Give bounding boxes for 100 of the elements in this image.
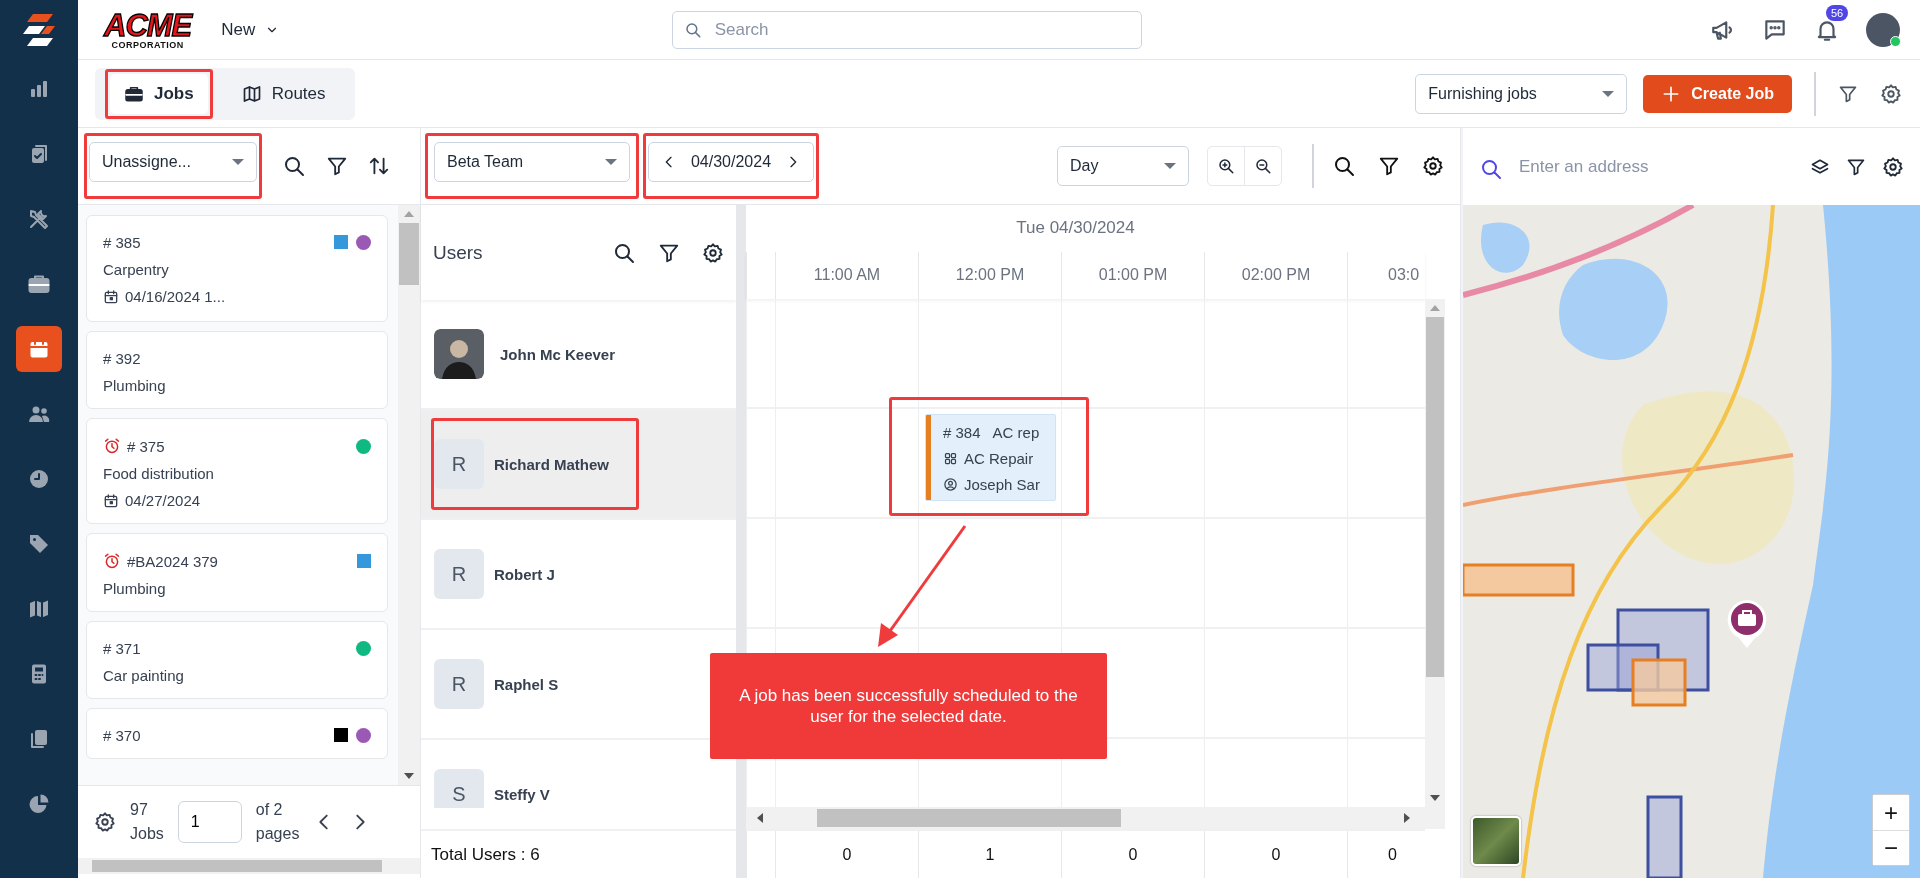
job-type-select[interactable]: Furnishing jobs — [1415, 73, 1628, 114]
avatar-initial: R — [434, 549, 484, 599]
settings-icon[interactable] — [1422, 155, 1444, 177]
team-select[interactable]: Beta Team — [434, 142, 630, 182]
tools-icon — [27, 207, 51, 231]
job-title: Car painting — [103, 667, 185, 684]
calendar-icon — [103, 492, 119, 509]
scrollbar[interactable] — [1425, 299, 1445, 807]
event-title: AC rep — [992, 424, 1040, 441]
logo-subtext: CORPORATION — [111, 40, 184, 50]
user-name: Steffy V — [494, 785, 550, 803]
avatar-icon — [434, 329, 484, 379]
tab[interactable]: Jobs — [110, 73, 208, 114]
job-count-cell: 1 — [985, 845, 995, 864]
time-label: 03:0 — [1388, 266, 1420, 285]
job-number: # 370 — [103, 727, 141, 744]
avatar-initial: R — [434, 439, 484, 489]
total-users: Total Users : 6 — [431, 844, 540, 865]
online-indicator — [1890, 35, 1901, 47]
day-header: Tue 04/30/2024 — [1015, 217, 1136, 240]
user-name: Richard Mathew — [494, 455, 610, 473]
settings-icon[interactable] — [702, 241, 724, 264]
pie-chart-icon — [27, 792, 51, 816]
user-row[interactable]: R Robert J — [421, 520, 736, 630]
job-status-select[interactable]: Unassigne... — [89, 142, 257, 182]
job-title: Plumbing — [103, 377, 167, 394]
callout-tooltip: A job has been successfully scheduled to the user for the selected date. — [710, 653, 1107, 759]
user-name: John Mc Keever — [500, 345, 616, 363]
date-value: 04/30/2024 — [690, 153, 772, 171]
users-title: Users — [433, 241, 483, 264]
job-card[interactable]: # 392 Plumbing — [86, 331, 388, 409]
job-number: # 371 — [103, 640, 141, 657]
event-number: # 384 — [943, 424, 981, 441]
calendar-icon — [103, 288, 119, 305]
search-field[interactable]: Search — [671, 10, 1142, 49]
date-picker[interactable]: 04/30/2024 — [648, 142, 814, 182]
scrollbar[interactable] — [78, 858, 420, 874]
zoom-in-icon[interactable] — [1217, 157, 1235, 175]
search-icon — [683, 20, 702, 39]
apps-icon — [943, 451, 958, 466]
avatar-initial: S — [434, 769, 484, 808]
page-field[interactable]: 1 — [177, 801, 242, 843]
zoom-out-icon[interactable] — [1254, 157, 1272, 175]
job-date: 04/16/2024 1... — [125, 288, 226, 305]
job-card[interactable]: # 385 Carpentry 04/16/2024 1... — [86, 215, 388, 322]
person-icon — [943, 477, 958, 492]
time-label: 12:00 PM — [955, 266, 1025, 285]
job-count-cell: 0 — [1271, 845, 1281, 864]
filter-icon[interactable] — [326, 155, 348, 177]
settings-icon[interactable] — [94, 811, 116, 833]
create-job-button[interactable]: Create Job — [1643, 74, 1792, 113]
job-count-label: Jobs — [130, 824, 164, 844]
job-date: 04/27/2024 — [125, 492, 201, 509]
event-type: AC Repair — [964, 450, 1034, 467]
time-label: 01:00 PM — [1098, 266, 1168, 285]
job-count: 97 — [130, 800, 149, 820]
job-count-cell: 0 — [1128, 845, 1138, 864]
job-number: # 392 — [103, 350, 141, 367]
job-card[interactable]: # 371 Car painting — [86, 621, 388, 699]
user-name: Raphel S — [494, 675, 559, 693]
job-title: Food distribution — [103, 465, 215, 482]
avatar-initial: R — [434, 659, 484, 709]
new-menu[interactable]: New — [217, 15, 284, 44]
tab[interactable]: Routes — [227, 73, 340, 114]
map-icon — [241, 83, 262, 104]
clock-icon — [27, 467, 51, 491]
search-icon[interactable] — [1332, 154, 1356, 178]
map-pin-icon[interactable] — [1725, 598, 1769, 650]
sort-icon[interactable] — [368, 155, 390, 177]
job-title: Plumbing — [103, 580, 167, 597]
search-icon[interactable] — [282, 154, 306, 178]
settings-icon[interactable] — [1882, 155, 1904, 178]
filter-icon[interactable] — [1378, 155, 1400, 177]
scrollbar[interactable] — [746, 807, 1445, 829]
zoom-out-button[interactable]: − — [1873, 830, 1909, 865]
map-icon — [27, 597, 51, 621]
view-select[interactable]: Day — [1057, 146, 1189, 186]
job-card[interactable]: # 370 — [86, 708, 388, 759]
address-field[interactable]: Enter an address — [1479, 152, 1794, 181]
job-count-cell: 0 — [1388, 845, 1397, 864]
user-row[interactable]: R Richard Mathew — [421, 410, 736, 520]
scrollbar[interactable] — [398, 205, 420, 785]
map-type-button[interactable] — [1471, 816, 1521, 866]
nav-item[interactable] — [16, 326, 62, 372]
page-total: of 2 — [255, 800, 284, 820]
job-card[interactable]: # 375 Food distribution 04/27/2024 — [86, 418, 388, 524]
event-assignee: Joseph Sar — [964, 476, 1040, 493]
user-name: Robert J — [494, 565, 555, 583]
job-event[interactable]: # 384 AC rep AC Repair Joseph Sar — [925, 414, 1056, 501]
job-card[interactable]: #BA2024 379 Plumbing — [86, 533, 388, 612]
notification-count: 56 — [1826, 4, 1849, 21]
logo-text: ACME — [104, 9, 192, 41]
job-number: # 375 — [127, 437, 165, 455]
settings-icon[interactable] — [1880, 82, 1902, 105]
job-title: Carpentry — [103, 261, 170, 278]
time-label: 11:00 AM — [813, 266, 881, 285]
user-avatar[interactable] — [1866, 12, 1900, 47]
job-number: # 385 — [103, 234, 141, 251]
tag-icon — [27, 532, 51, 556]
job-count-cell: 0 — [842, 845, 852, 864]
